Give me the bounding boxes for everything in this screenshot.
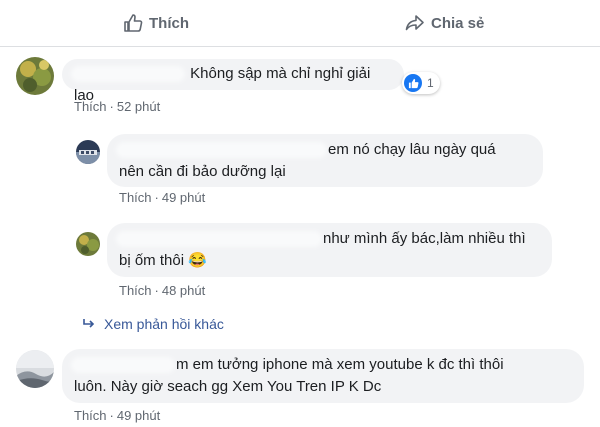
avatar[interactable] xyxy=(76,232,100,256)
comment-bubble: m em tưởng iphone mà xem youtube k đc th… xyxy=(62,349,584,403)
share-button[interactable]: Chia sẻ xyxy=(405,12,484,34)
reply-text-line1: như mình ấy bác,làm nhiều thì xyxy=(323,230,526,247)
comment-meta: Thích · 52 phút xyxy=(74,99,160,114)
like-button[interactable]: Thích xyxy=(123,12,189,34)
reply-time[interactable]: 49 phút xyxy=(162,190,205,205)
separator-dot: · xyxy=(154,283,159,298)
reply-time[interactable]: 48 phút xyxy=(162,283,205,298)
like-button-label: Thích xyxy=(149,14,189,32)
action-bar-divider xyxy=(0,46,600,47)
comment-meta: Thích · 49 phút xyxy=(74,408,160,423)
commenter-name[interactable] xyxy=(119,234,319,245)
comment-text-line2: luôn. Này giờ seach gg Xem You Tren IP K… xyxy=(74,378,382,395)
reaction-count: 1 xyxy=(427,76,434,90)
reply-like-link[interactable]: Thích xyxy=(119,190,152,205)
reply-bubble: như mình ấy bác,làm nhiều thì bị ốm thôi… xyxy=(107,223,552,277)
comment-time[interactable]: 52 phút xyxy=(117,99,160,114)
comment-like-link[interactable]: Thích xyxy=(74,408,107,423)
reply-meta: Thích · 48 phút xyxy=(119,283,205,298)
post-action-bar: Thích Chia sẻ xyxy=(0,0,600,47)
separator-dot: · xyxy=(154,190,159,205)
reply-bubble: em nó chạy lâu ngày quá nên cần đi bảo d… xyxy=(107,134,543,187)
reply-text-line2: nên cần đi bảo dưỡng lại xyxy=(119,163,286,180)
separator-dot: · xyxy=(109,99,114,114)
reply-text-line2: bị ốm thôi 😂 xyxy=(119,252,207,269)
comment-bubble: Không sập mà chỉ nghỉ giải lao xyxy=(62,59,404,104)
commenter-name[interactable] xyxy=(74,360,172,371)
view-more-replies-label: Xem phản hồi khác xyxy=(104,316,224,332)
comment-text-line1: m em tưởng iphone mà xem youtube k đc th… xyxy=(176,356,504,373)
reply-arrow-icon xyxy=(83,319,95,328)
avatar[interactable] xyxy=(76,140,100,164)
comment-like-link[interactable]: Thích xyxy=(74,99,107,114)
thumbs-up-icon xyxy=(124,14,143,32)
reply-text-line1: em nó chạy lâu ngày quá xyxy=(328,141,496,158)
separator-dot: · xyxy=(109,408,114,423)
reply-like-link[interactable]: Thích xyxy=(119,283,152,298)
share-arrow-icon xyxy=(405,15,424,31)
like-reaction-icon xyxy=(404,74,422,92)
reply-meta: Thích · 49 phút xyxy=(119,190,205,205)
view-more-replies-link[interactable]: Xem phản hồi khác xyxy=(82,316,224,332)
share-button-label: Chia sẻ xyxy=(431,14,485,32)
avatar[interactable] xyxy=(16,57,54,95)
avatar[interactable] xyxy=(16,350,54,388)
reaction-count-badge[interactable]: 1 xyxy=(402,72,440,94)
commenter-name[interactable] xyxy=(119,145,324,156)
comment-time[interactable]: 49 phút xyxy=(117,408,160,423)
commenter-name[interactable] xyxy=(74,69,182,80)
